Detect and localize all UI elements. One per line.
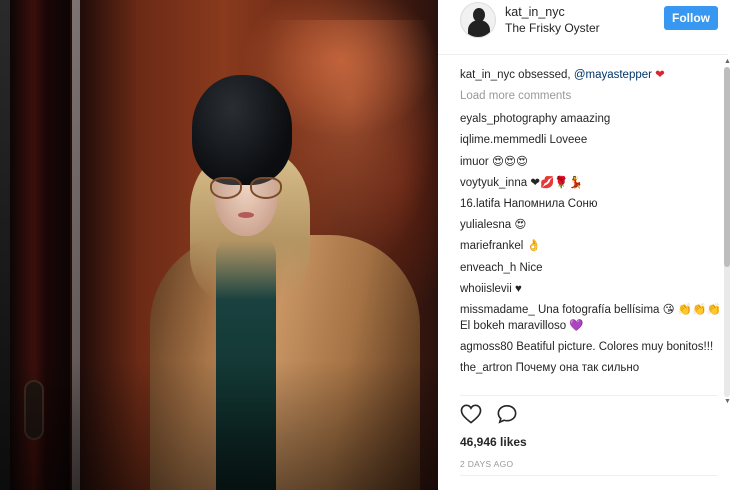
caption-heart-emoji: ❤ bbox=[655, 69, 665, 81]
comment-username[interactable]: voytyuk_inna bbox=[460, 177, 527, 189]
caption-username[interactable]: kat_in_nyc bbox=[460, 69, 515, 81]
comment-row: whoiislevii ♥ bbox=[460, 281, 722, 297]
comment-text: 😍 bbox=[514, 219, 527, 232]
caption: kat_in_nyc obsessed, @mayastepper ❤ bbox=[460, 67, 722, 83]
comment-row: missmadame_ Una fotografía bellísima 😘 👏… bbox=[460, 302, 722, 334]
post-username[interactable]: kat_in_nyc bbox=[505, 5, 565, 19]
comment-username[interactable]: the_artron bbox=[460, 362, 512, 374]
comment-username[interactable]: imuor bbox=[460, 156, 489, 168]
comment-username[interactable]: whoiislevii bbox=[460, 283, 512, 295]
comment-text: ❤💋🌹💃 bbox=[530, 176, 583, 189]
comment-text: 👌 bbox=[526, 240, 541, 253]
caption-text: obsessed, bbox=[514, 69, 574, 81]
comment-text: Напомнила Соню bbox=[503, 197, 598, 210]
scrollbar-thumb[interactable] bbox=[724, 67, 730, 267]
comment-text: Почему она так сильно bbox=[515, 362, 640, 375]
comment-text: Nice bbox=[519, 261, 543, 274]
comment-text: Loveee bbox=[549, 134, 588, 147]
comment-row: mariefrankel 👌 bbox=[460, 238, 722, 254]
photo-glasses bbox=[210, 177, 282, 199]
comment-text: ♥ bbox=[514, 282, 522, 295]
comments-list: kat_in_nyc obsessed, @mayastepper ❤ Load… bbox=[460, 67, 722, 397]
comment-username[interactable]: yulialesna bbox=[460, 219, 511, 231]
comment-username[interactable]: missmadame_ bbox=[460, 304, 535, 316]
comment-bubble-icon[interactable] bbox=[496, 404, 518, 424]
comment-row: the_artron Почему она так сильно bbox=[460, 360, 722, 376]
follow-button[interactable]: Follow bbox=[664, 6, 718, 30]
post-photo[interactable] bbox=[10, 0, 438, 490]
actions-divider bbox=[460, 395, 718, 396]
photo-lips bbox=[238, 212, 254, 218]
caption-mention[interactable]: @mayastepper bbox=[574, 69, 652, 81]
comment-row: iqlime.memmedli Loveee bbox=[460, 132, 722, 148]
scroll-up-arrow-icon[interactable]: ▲ bbox=[724, 58, 731, 65]
comments-scrollbar[interactable] bbox=[724, 67, 730, 397]
comment-username[interactable]: enveach_h bbox=[460, 262, 516, 274]
comment-row: eyals_photography amaazing bbox=[460, 111, 722, 127]
load-more-comments-link[interactable]: Load more comments bbox=[460, 88, 722, 104]
post-location[interactable]: The Frisky Oyster bbox=[505, 21, 600, 35]
comment-username[interactable]: agmoss80 bbox=[460, 341, 513, 353]
comment-row: 16.latifa Напомнила Соню bbox=[460, 196, 722, 212]
comment-username[interactable]: iqlime.memmedli bbox=[460, 134, 546, 146]
likes-count[interactable]: 46,946 likes bbox=[460, 435, 527, 449]
photo-beanie bbox=[192, 75, 292, 185]
comment-username[interactable]: 16.latifa bbox=[460, 198, 500, 210]
post-header: kat_in_nyc The Frisky Oyster Follow bbox=[438, 0, 728, 55]
comment-text: Beatiful picture. Colores muy bonitos!!! bbox=[516, 341, 714, 354]
backdrop-edge bbox=[0, 0, 10, 490]
comment-text: 😍😍😍 bbox=[491, 155, 528, 168]
photo-shadow bbox=[10, 360, 438, 490]
bottom-divider bbox=[460, 475, 718, 476]
comment-row: yulialesna 😍 bbox=[460, 217, 722, 233]
comment-username[interactable]: mariefrankel bbox=[460, 240, 523, 252]
post-timestamp[interactable]: 2 DAYS AGO bbox=[460, 459, 513, 469]
heart-outline-icon[interactable] bbox=[460, 404, 482, 424]
comment-row: enveach_h Nice bbox=[460, 260, 722, 276]
comment-row: agmoss80 Beatiful picture. Colores muy b… bbox=[460, 339, 722, 355]
post-side-panel: kat_in_nyc The Frisky Oyster Follow ▲ ▼ … bbox=[438, 0, 750, 490]
comment-row: voytyuk_inna ❤💋🌹💃 bbox=[460, 175, 722, 191]
scroll-down-arrow-icon[interactable]: ▼ bbox=[724, 398, 731, 405]
comment-text: amaazing bbox=[560, 113, 611, 126]
avatar[interactable] bbox=[460, 2, 496, 38]
comment-username[interactable]: eyals_photography bbox=[460, 113, 557, 125]
comment-row: imuor 😍😍😍 bbox=[460, 154, 722, 170]
